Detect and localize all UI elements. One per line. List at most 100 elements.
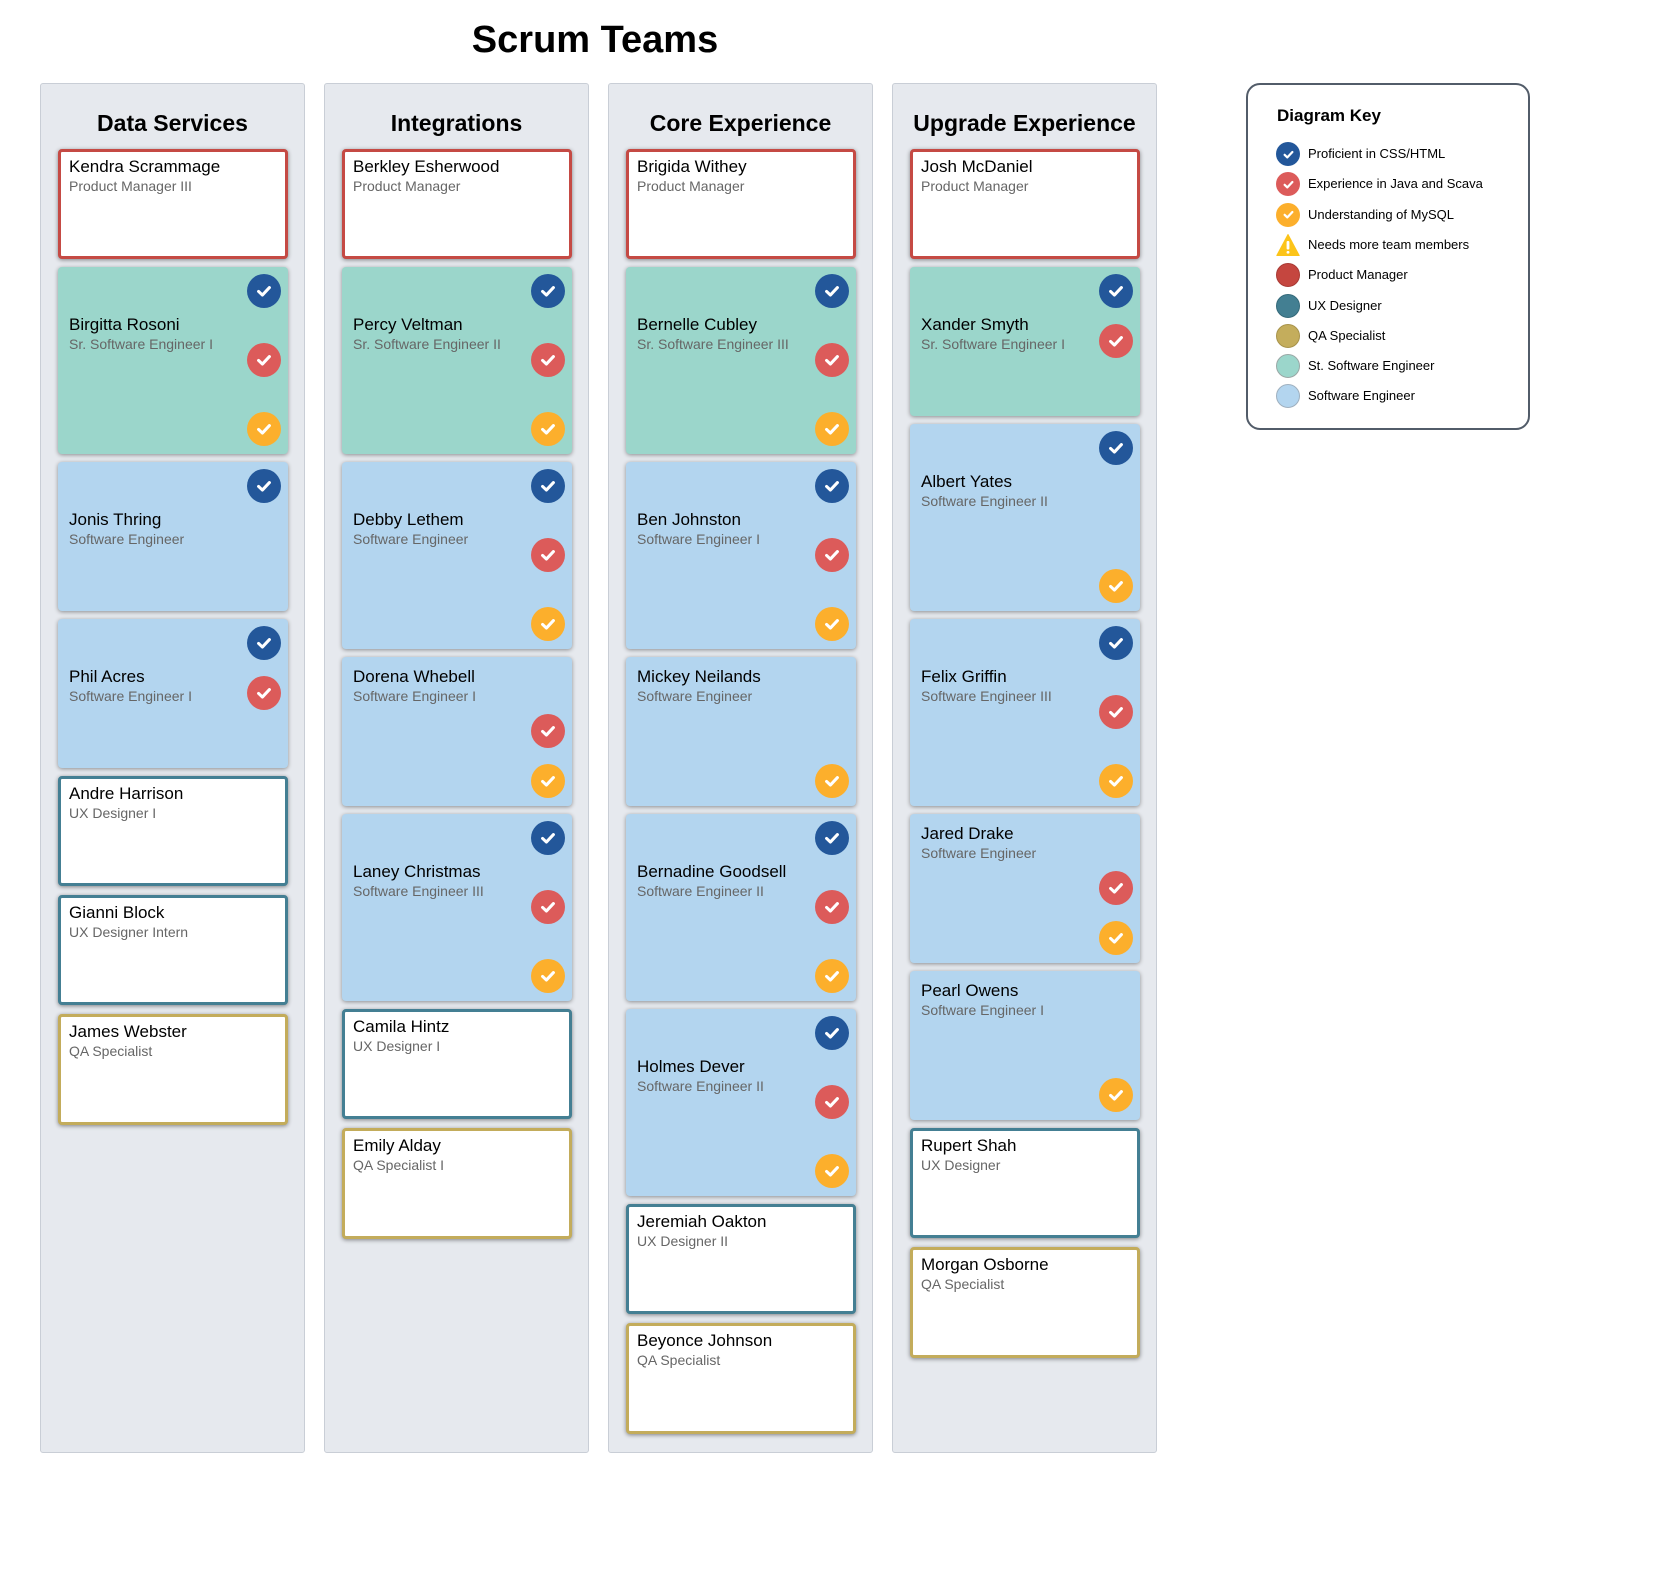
member-role: Sr. Software Engineer III [637, 336, 789, 352]
member-info: Gianni Block UX Designer Intern [69, 902, 235, 941]
member-info: Bernelle Cubley Sr. Software Engineer III [637, 314, 806, 353]
member-card[interactable]: Ben Johnston Software Engineer I [626, 462, 856, 649]
member-card[interactable]: Birgitta Rosoni Sr. Software Engineer I [58, 267, 288, 454]
qa-swatch-icon [1276, 323, 1300, 348]
member-name: Kendra Scrammage [69, 157, 221, 176]
member-card[interactable]: Bernadine Goodsell Software Engineer II [626, 814, 856, 1001]
member-info: Xander Smyth Sr. Software Engineer I [921, 314, 1090, 353]
member-info: Jared Drake Software Engineer [921, 823, 1090, 862]
member-role: Product Manager [637, 178, 745, 194]
mysql-check-icon [1276, 202, 1300, 227]
member-role: Sr. Software Engineer I [921, 336, 1065, 352]
css-html-check-icon [815, 274, 849, 308]
pm-swatch-icon [1276, 263, 1300, 288]
member-card[interactable]: Berkley Esherwood Product Manager [342, 149, 572, 259]
member-card[interactable]: Emily Alday QA Specialist I [342, 1128, 572, 1239]
member-card[interactable]: Albert Yates Software Engineer II [910, 424, 1140, 611]
member-name: Bernadine Goodsell [637, 862, 787, 881]
member-card[interactable]: Morgan Osborne QA Specialist [910, 1247, 1140, 1358]
member-card[interactable]: Camila Hintz UX Designer I [342, 1009, 572, 1119]
member-card[interactable]: Andre Harrison UX Designer I [58, 776, 288, 886]
member-card[interactable]: Rupert Shah UX Designer [910, 1128, 1140, 1238]
se-swatch-icon [1276, 384, 1300, 409]
member-role: UX Designer Intern [69, 924, 189, 940]
team-column: Upgrade Experience Josh McDaniel Product M… [892, 83, 1157, 1453]
java-scava-check-icon [1099, 695, 1133, 729]
legend-item: Needs more team members [1276, 233, 1469, 257]
diagram-key: Diagram Key Proficient in CSS/HTML Experi… [1246, 83, 1530, 430]
member-info: Dorena Whebell Software Engineer I [353, 666, 522, 705]
legend-item: UX Designer [1276, 293, 1382, 318]
team-title: Data Services [97, 110, 248, 136]
member-info: Felix Griffin Software Engineer III [921, 666, 1090, 705]
page-title: Scrum Teams [471, 19, 719, 61]
java-scava-check-icon [1099, 324, 1133, 358]
team-title: Integrations [390, 110, 523, 136]
member-name: Laney Christmas [353, 862, 481, 881]
member-info: Albert Yates Software Engineer II [921, 471, 1090, 510]
mysql-check-icon [247, 412, 281, 446]
member-role: Sr. Software Engineer I [69, 336, 213, 352]
member-card[interactable]: Felix Griffin Software Engineer III [910, 619, 1140, 806]
java-scava-check-icon [531, 538, 565, 572]
member-card[interactable]: Percy Veltman Sr. Software Engineer II [342, 267, 572, 454]
java-scava-check-icon [815, 343, 849, 377]
member-card[interactable]: Laney Christmas Software Engineer III [342, 814, 572, 1001]
legend-label: Product Manager [1308, 267, 1408, 283]
member-card[interactable]: Josh McDaniel Product Manager [910, 149, 1140, 259]
member-name: Dorena Whebell [353, 667, 475, 686]
member-role: QA Specialist I [353, 1157, 445, 1173]
member-card[interactable]: Holmes Dever Software Engineer II [626, 1009, 856, 1196]
legend-label: St. Software Engineer [1308, 358, 1435, 374]
legend-item: Understanding of MySQL [1276, 202, 1454, 227]
member-card[interactable]: Bernelle Cubley Sr. Software Engineer III [626, 267, 856, 454]
css-html-check-icon [815, 469, 849, 503]
member-card[interactable]: Dorena Whebell Software Engineer I [342, 657, 572, 806]
legend-label: Proficient in CSS/HTML [1308, 146, 1446, 161]
member-name: Josh McDaniel [921, 157, 1033, 176]
member-info: Brigida Withey Product Manager [637, 156, 803, 195]
member-card[interactable]: Pearl Owens Software Engineer I [910, 971, 1140, 1120]
member-card[interactable]: Phil Acres Software Engineer I [58, 619, 288, 768]
member-role: Software Engineer I [353, 688, 476, 704]
java-scava-check-icon [531, 343, 565, 377]
member-name: Holmes Dever [637, 1057, 745, 1076]
member-card[interactable]: Jeremiah Oakton UX Designer II [626, 1204, 856, 1314]
mysql-check-icon [815, 764, 849, 798]
member-name: Pearl Owens [921, 981, 1019, 1000]
member-card[interactable]: Mickey Neilands Software Engineer [626, 657, 856, 806]
java-scava-check-icon [247, 676, 281, 710]
member-card[interactable]: Beyonce Johnson QA Specialist [626, 1323, 856, 1434]
member-card[interactable]: Debby Lethem Software Engineer [342, 462, 572, 649]
member-role: Software Engineer [921, 845, 1037, 861]
css-html-check-icon [531, 274, 565, 308]
member-card[interactable]: Kendra Scrammage Product Manager III [58, 149, 288, 259]
java-scava-check-icon [1099, 871, 1133, 905]
member-card[interactable]: Brigida Withey Product Manager [626, 149, 856, 259]
member-name: Albert Yates [921, 472, 1013, 491]
member-name: Ben Johnston [637, 510, 741, 529]
member-card[interactable]: Xander Smyth Sr. Software Engineer I [910, 267, 1140, 416]
mysql-check-icon [531, 959, 565, 993]
member-name: Berkley Esherwood [353, 157, 500, 176]
member-card[interactable]: James Webster QA Specialist [58, 1014, 288, 1125]
mysql-check-icon [1099, 764, 1133, 798]
member-card[interactable]: Jared Drake Software Engineer [910, 814, 1140, 963]
mysql-check-icon [815, 959, 849, 993]
css-html-check-icon [247, 469, 281, 503]
member-info: Bernadine Goodsell Software Engineer II [637, 861, 806, 900]
java-scava-check-icon [531, 890, 565, 924]
member-card[interactable]: Jonis Thring Software Engineer [58, 462, 288, 611]
member-card[interactable]: Gianni Block UX Designer Intern [58, 895, 288, 1005]
team-column: Data Services Kendra Scrammage Product Man… [40, 83, 305, 1453]
css-html-check-icon [247, 274, 281, 308]
member-info: Berkley Esherwood Product Manager [353, 156, 519, 195]
mysql-check-icon [531, 607, 565, 641]
member-info: Debby Lethem Software Engineer [353, 509, 522, 548]
legend-item: Proficient in CSS/HTML [1276, 142, 1445, 166]
member-role: Software Engineer [637, 688, 753, 704]
member-info: Andre Harrison UX Designer I [69, 783, 235, 822]
mysql-check-icon [1099, 569, 1133, 603]
legend-label: Experience in Java and Scava [1308, 176, 1483, 192]
member-name: Jared Drake [921, 824, 1014, 843]
